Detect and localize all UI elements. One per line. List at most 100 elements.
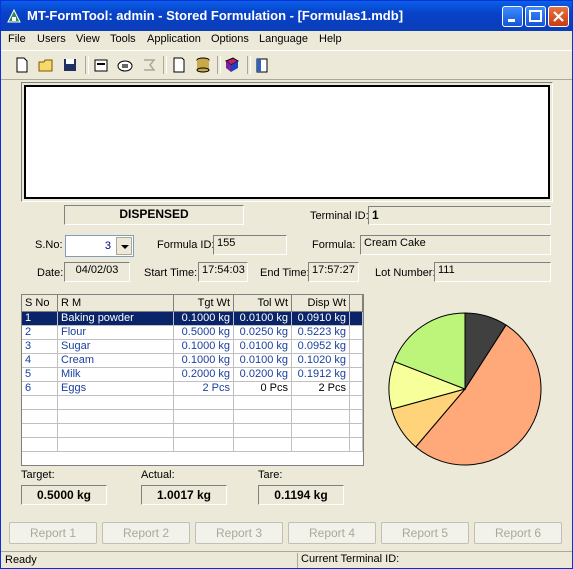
report-icon[interactable] [253, 56, 271, 74]
table-cell [350, 312, 363, 326]
chevron-down-icon[interactable] [116, 237, 132, 255]
table-row[interactable]: 3 Sugar 0.1000 kg 0.0100 kg 0.0952 kg [22, 340, 363, 354]
table-cell [350, 410, 363, 424]
table-cell: 0.2000 kg [174, 368, 234, 382]
table-cell [350, 382, 363, 396]
table-cell: 2 [22, 326, 58, 340]
table-row[interactable]: 6 Eggs 2 Pcs 0 Pcs 2 Pcs [22, 382, 363, 396]
new-file-icon[interactable] [13, 56, 31, 74]
col-header-tgt[interactable]: Tgt Wt [174, 295, 234, 312]
table-row[interactable]: 5 Milk 0.2000 kg 0.0200 kg 0.1912 kg [22, 368, 363, 382]
col-header-rm[interactable]: R M [58, 295, 174, 312]
actual-value: 1.0017 kg [141, 485, 227, 505]
toolbar-separator [247, 56, 251, 74]
status-ready: Ready [5, 554, 37, 566]
table-cell [292, 438, 350, 452]
table-cell: Flour [58, 326, 174, 340]
close-icon [553, 11, 564, 22]
tare-label: Tare: [258, 469, 283, 481]
table-cell: Eggs [58, 382, 174, 396]
book-icon[interactable] [223, 56, 241, 74]
table-cell: 3 [22, 340, 58, 354]
col-header-blank [350, 295, 363, 312]
menu-users[interactable]: Users [37, 33, 66, 45]
window-title: MT-FormTool: admin - Stored Formulation … [27, 8, 404, 23]
maximize-icon [529, 10, 542, 22]
report-4-button[interactable]: Report 4 [288, 522, 376, 544]
report-1-button[interactable]: Report 1 [9, 522, 97, 544]
transfer-icon[interactable] [140, 56, 158, 74]
col-header-disp[interactable]: Disp Wt [292, 295, 350, 312]
date-label: Date: [37, 267, 64, 279]
start-time-value: 17:54:03 [198, 262, 248, 282]
table-row[interactable] [22, 396, 363, 410]
save-icon[interactable] [61, 56, 79, 74]
report-5-button[interactable]: Report 5 [381, 522, 469, 544]
table-cell [350, 424, 363, 438]
app-icon [7, 8, 21, 23]
table-row[interactable] [22, 438, 363, 452]
table-row[interactable] [22, 424, 363, 438]
table-cell: 0.1020 kg [292, 354, 350, 368]
menu-view[interactable]: View [76, 33, 100, 45]
menu-bar: File Users View Tools Application Option… [1, 31, 572, 49]
sno-label: S.No: [35, 239, 63, 251]
end-time-label: End Time: [260, 267, 310, 279]
dispense-status: DISPENSED [64, 205, 244, 225]
toolbar [1, 50, 572, 80]
menu-tools[interactable]: Tools [110, 33, 136, 45]
menu-application[interactable]: Application [147, 33, 201, 45]
database-icon[interactable] [194, 56, 212, 74]
formula-id-value: 155 [213, 235, 287, 255]
open-folder-icon[interactable] [37, 56, 55, 74]
target-label: Target: [21, 469, 55, 481]
table-cell [58, 410, 174, 424]
col-header-sno[interactable]: S No [22, 295, 58, 312]
report-2-button[interactable]: Report 2 [102, 522, 190, 544]
page-icon[interactable] [170, 56, 188, 74]
table-row[interactable] [22, 410, 363, 424]
phone-icon[interactable] [116, 56, 134, 74]
table-cell [292, 396, 350, 410]
pie-chart [387, 311, 543, 467]
table-cell: 1 [22, 312, 58, 326]
menu-options[interactable]: Options [211, 33, 249, 45]
table-cell: Baking powder [58, 312, 174, 326]
table-cell: 0.1912 kg [292, 368, 350, 382]
table-cell [174, 424, 234, 438]
display-panel [21, 82, 553, 202]
report-3-button[interactable]: Report 3 [195, 522, 283, 544]
table-cell [350, 340, 363, 354]
table-cell: 2 Pcs [174, 382, 234, 396]
sno-select[interactable]: 3 [65, 235, 134, 257]
menu-file[interactable]: File [8, 33, 26, 45]
table-cell: 0.1000 kg [174, 312, 234, 326]
menu-help[interactable]: Help [319, 33, 342, 45]
table-cell: 0.0100 kg [234, 312, 292, 326]
table-cell: 0.0910 kg [292, 312, 350, 326]
table-cell: 6 [22, 382, 58, 396]
table-cell [234, 396, 292, 410]
display-screen [24, 85, 550, 199]
col-header-tol[interactable]: Tol Wt [234, 295, 292, 312]
table-cell: 0.0200 kg [234, 368, 292, 382]
table-cell [58, 424, 174, 438]
close-button[interactable] [548, 6, 569, 27]
menu-language[interactable]: Language [259, 33, 308, 45]
formula-label: Formula: [312, 239, 356, 251]
minimize-button[interactable] [502, 6, 523, 27]
title-bar[interactable]: MT-FormTool: admin - Stored Formulation … [1, 1, 572, 31]
table-cell [174, 438, 234, 452]
formula-table[interactable]: S No R M Tgt Wt Tol Wt Disp Wt 1 Baking p… [21, 294, 364, 466]
table-cell [174, 410, 234, 424]
table-cell: 0.0952 kg [292, 340, 350, 354]
terminal-id-label: Terminal ID: [310, 210, 369, 222]
table-row[interactable]: 4 Cream 0.1000 kg 0.0100 kg 0.1020 kg [22, 354, 363, 368]
properties-icon[interactable] [92, 56, 110, 74]
table-row[interactable]: 2 Flour 0.5000 kg 0.0250 kg 0.5223 kg [22, 326, 363, 340]
maximize-button[interactable] [525, 6, 546, 27]
actual-label: Actual: [141, 469, 175, 481]
start-time-label: Start Time: [144, 267, 198, 279]
report-6-button[interactable]: Report 6 [474, 522, 562, 544]
table-row[interactable]: 1 Baking powder 0.1000 kg 0.0100 kg 0.0910 k… [22, 312, 363, 326]
